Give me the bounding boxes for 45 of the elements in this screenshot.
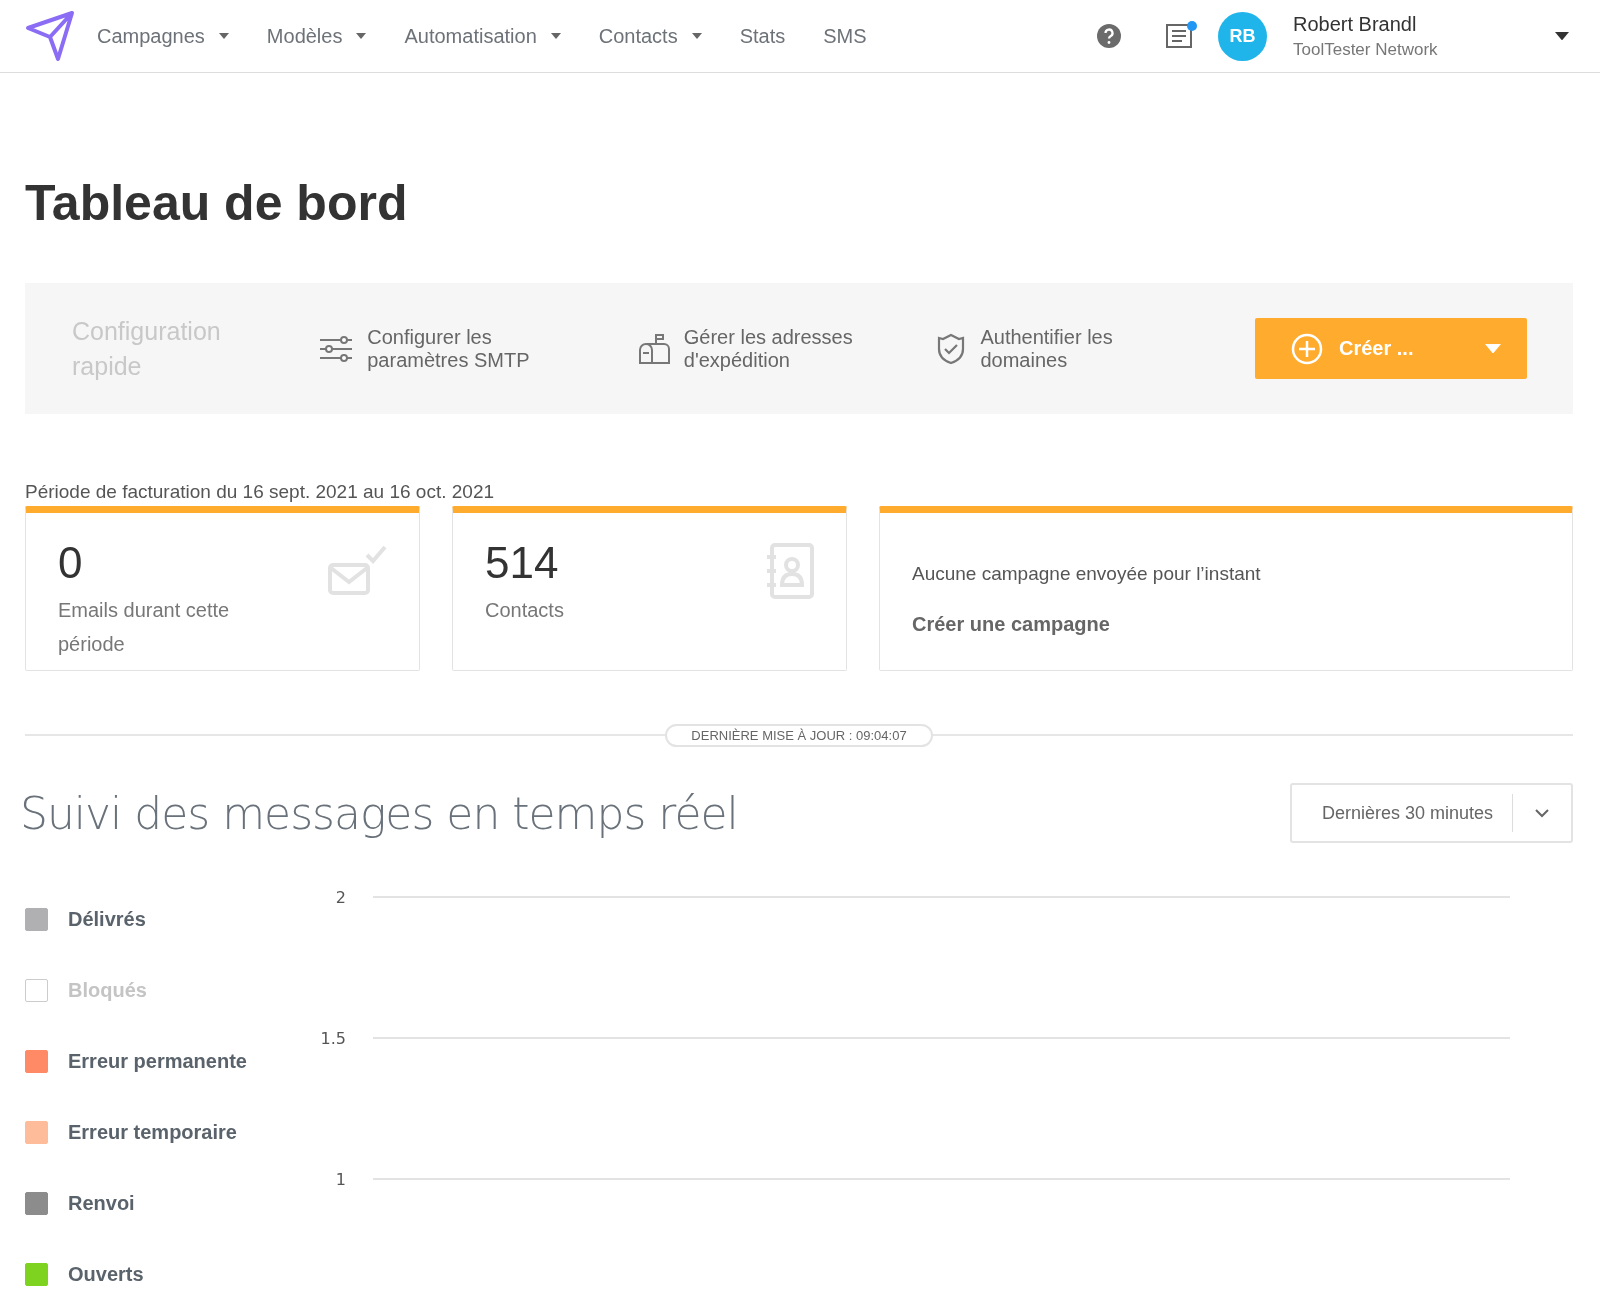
caret-icon xyxy=(356,33,367,39)
section-heading: Suivi des messages en temps réel xyxy=(20,787,738,839)
caret-icon xyxy=(218,33,229,39)
nav-menu-item[interactable]: Campagnes xyxy=(97,24,229,48)
page-title: Tableau de bord xyxy=(25,174,409,233)
chevron-down-icon xyxy=(1534,808,1550,818)
stat-value: 0 xyxy=(58,537,84,589)
nav-menu-item[interactable]: Stats xyxy=(739,24,786,48)
plus-circle-icon xyxy=(1290,332,1323,365)
caret-icon xyxy=(1485,343,1501,354)
empty-message: Aucune campagne envoyée pour l’instant xyxy=(912,563,1262,585)
stat-label: Contacts xyxy=(485,598,565,623)
nav-menu-item[interactable]: Contacts xyxy=(598,24,702,48)
help-icon[interactable] xyxy=(1096,23,1122,49)
quick-config-link[interactable]: Gérer les adresses d'expédition xyxy=(683,325,874,372)
create-campaign-link[interactable]: Créer une campagne xyxy=(912,613,1110,636)
user-name: Robert Brandl xyxy=(1293,12,1418,36)
account-name: ToolTester Network xyxy=(1293,39,1439,60)
notes-icon[interactable] xyxy=(1166,24,1192,48)
axis-label: 1.5 xyxy=(320,1029,346,1048)
address-book-icon xyxy=(766,543,814,599)
shield-check-icon xyxy=(936,332,967,365)
legend-item[interactable]: Erreur temporaire xyxy=(25,1112,320,1152)
nav-menu-item[interactable]: Automatisation xyxy=(404,24,561,48)
legend-item[interactable]: Renvoi xyxy=(25,1183,320,1223)
billing-period-text: Période de facturation du 16 sept. 2021 au 16 oct. 2021 xyxy=(25,481,496,503)
mailbox-icon xyxy=(637,332,670,365)
stat-value: 514 xyxy=(485,537,560,589)
nav-menu-item[interactable]: Modèles xyxy=(266,24,367,48)
quick-config-link[interactable]: Configurer les paramètres SMTP xyxy=(367,325,558,372)
quick-config-link[interactable]: Authentifier les domaines xyxy=(980,325,1171,372)
axis-label: 1 xyxy=(335,1170,346,1189)
caret-icon xyxy=(550,33,561,39)
axis-label: 2 xyxy=(335,888,346,907)
caret-icon xyxy=(691,33,702,39)
legend-item[interactable]: Ouverts xyxy=(25,1254,320,1294)
last-update-label: DERNIÈRE MISE À JOUR : 09:04:07 xyxy=(665,723,933,747)
sliders-icon xyxy=(319,335,354,362)
legend-item[interactable]: Erreur permanente xyxy=(25,1041,320,1081)
user-menu-caret-icon xyxy=(1555,31,1569,41)
stat-label: Emails durant cette période xyxy=(58,598,231,657)
legend-item[interactable]: Délivrés xyxy=(25,899,320,939)
paper-plane-logo[interactable] xyxy=(25,10,75,62)
nav-menu-item[interactable]: SMS xyxy=(823,24,867,48)
period-dropdown[interactable]: Dernières 30 minutes xyxy=(1290,783,1573,843)
